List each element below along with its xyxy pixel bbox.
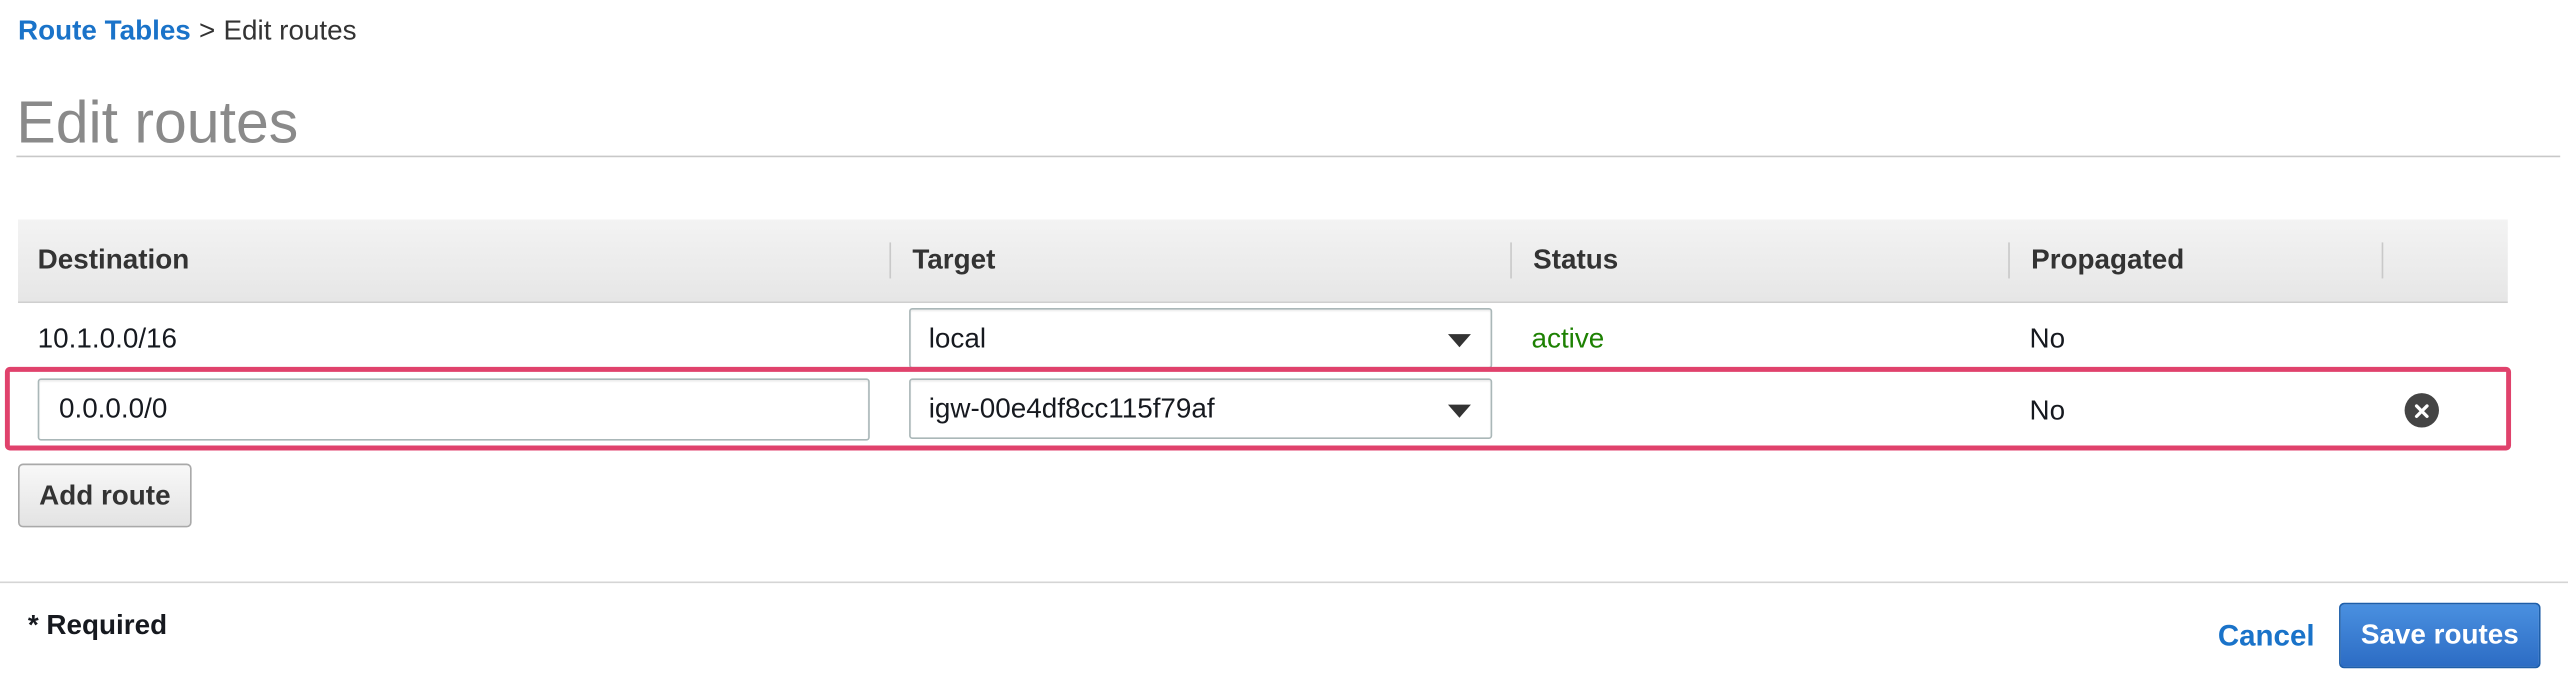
edit-routes-page: Route Tables > Edit routes Edit routes Des… — [0, 0, 2568, 699]
save-routes-button[interactable]: Save routes — [2339, 602, 2541, 669]
destination-cell: 10.1.0.0/16 — [37, 322, 178, 354]
column-divider — [2381, 242, 2384, 279]
caret-down-icon — [1447, 404, 1471, 418]
required-note: * Required — [27, 609, 168, 641]
breadcrumb-separator: > — [198, 14, 216, 46]
footer-divider — [0, 581, 2568, 584]
target-select-value: local — [928, 322, 987, 354]
title-divider — [16, 155, 2561, 158]
column-header-target[interactable]: Target — [912, 219, 995, 301]
cancel-button[interactable]: Cancel — [2218, 619, 2315, 653]
add-route-button[interactable]: Add route — [18, 463, 192, 528]
column-header-propagated[interactable]: Propagated — [2031, 219, 2184, 301]
target-select[interactable]: local — [909, 307, 1493, 369]
breadcrumb-route-tables-link[interactable]: Route Tables — [18, 15, 191, 46]
breadcrumb: Route Tables > Edit routes — [18, 15, 357, 48]
caret-down-icon — [1447, 334, 1471, 348]
table-row: 10.1.0.0/16 local active No — [18, 303, 2508, 375]
table-row: igw-00e4df8cc115f79af No — [18, 375, 2508, 447]
column-divider — [1510, 242, 1512, 279]
status-cell: active — [1531, 322, 1605, 354]
breadcrumb-current: Edit routes — [223, 14, 357, 46]
routes-table: Destination Target Status Propagated 10.… — [18, 219, 2508, 447]
propagated-cell: No — [2029, 322, 2066, 354]
target-select[interactable]: igw-00e4df8cc115f79af — [909, 378, 1493, 439]
column-divider — [2008, 242, 2010, 279]
propagated-cell: No — [2029, 394, 2066, 426]
column-header-destination[interactable]: Destination — [38, 219, 190, 301]
column-header-status[interactable]: Status — [1533, 219, 1618, 301]
page-title: Edit routes — [16, 88, 299, 156]
destination-input[interactable] — [37, 378, 870, 441]
remove-route-icon[interactable] — [2404, 393, 2439, 428]
column-divider — [889, 242, 892, 279]
table-header: Destination Target Status Propagated — [18, 219, 2508, 304]
target-select-value: igw-00e4df8cc115f79af — [928, 393, 1215, 425]
